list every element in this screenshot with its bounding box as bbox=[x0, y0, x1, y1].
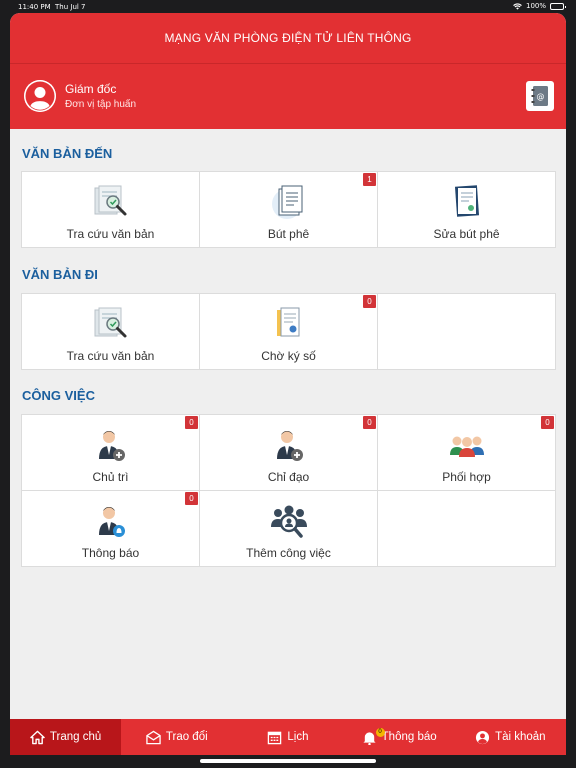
battery-percent: 100% bbox=[525, 2, 546, 10]
outgoing-grid: Tra cứu văn bản Chờ ký số 0 bbox=[21, 293, 556, 370]
home-indicator[interactable] bbox=[200, 759, 376, 763]
tile-work-lead[interactable]: Chủ trì 0 bbox=[21, 414, 200, 491]
certificate-icon bbox=[454, 185, 479, 217]
user-role: Giám đốc bbox=[65, 82, 117, 96]
document-search-icon bbox=[94, 307, 126, 338]
tile-work-add[interactable]: Thêm công việc bbox=[199, 490, 378, 567]
tab-account[interactable]: Tài khoản bbox=[455, 719, 566, 755]
document-list-icon bbox=[271, 185, 302, 219]
tab-label: Trang chủ bbox=[49, 731, 102, 743]
bell-icon bbox=[363, 731, 376, 745]
person-add-icon bbox=[276, 431, 303, 461]
team-search-icon bbox=[270, 505, 307, 538]
tile-label: Tra cứu văn bản bbox=[66, 227, 155, 241]
incoming-grid: Tra cứu văn bản Bút phê 1 Sửa bút phê bbox=[21, 171, 556, 248]
status-time: 11:40 PM bbox=[18, 3, 51, 11]
tile-work-coordinate[interactable]: Phối hợp 0 bbox=[377, 414, 556, 491]
avatar[interactable] bbox=[24, 80, 56, 112]
count-badge: 0 bbox=[363, 416, 376, 429]
tile-work-direct[interactable]: Chỉ đạo 0 bbox=[199, 414, 378, 491]
tile-label: Chủ trì bbox=[92, 470, 129, 484]
section-title-outgoing: VĂN BẢN ĐI bbox=[22, 267, 98, 282]
tile-empty bbox=[377, 490, 556, 567]
account-icon bbox=[476, 730, 490, 744]
count-badge: 1 bbox=[363, 173, 376, 186]
tile-incoming-search[interactable]: Tra cứu văn bản bbox=[21, 171, 200, 248]
tile-work-notify[interactable]: Thông báo 0 bbox=[21, 490, 200, 567]
section-title-incoming: VĂN BẢN ĐẾN bbox=[22, 146, 113, 161]
tile-outgoing-digital-sign[interactable]: Chờ ký số 0 bbox=[199, 293, 378, 370]
app-window: MẠNG VĂN PHÒNG ĐIỆN TỬ LIÊN THÔNG Giám đ… bbox=[10, 13, 566, 755]
tile-empty bbox=[377, 293, 556, 370]
count-badge: 0 bbox=[541, 416, 554, 429]
mail-icon bbox=[146, 730, 161, 744]
signed-document-icon bbox=[276, 307, 299, 337]
tile-label: Thêm công việc bbox=[246, 546, 331, 560]
team-icon bbox=[449, 436, 484, 457]
tab-home[interactable]: Trang chủ bbox=[10, 719, 122, 755]
user-unit: Đơn vị tập huấn bbox=[65, 99, 137, 110]
status-bar: 11:40 PM Thu Jul 7 100% bbox=[0, 0, 576, 13]
user-bar: Giám đốc Đơn vị tập huấn @ bbox=[10, 63, 566, 129]
tile-label: Phối hợp bbox=[442, 470, 491, 484]
tile-label: Sửa bút phê bbox=[433, 227, 500, 241]
calendar-icon bbox=[268, 731, 282, 744]
contacts-button[interactable]: @ bbox=[526, 81, 554, 111]
tile-label: Chờ ký số bbox=[261, 349, 316, 363]
wifi-icon bbox=[513, 2, 522, 10]
tile-outgoing-search[interactable]: Tra cứu văn bản bbox=[21, 293, 200, 370]
tile-label: Chỉ đạo bbox=[267, 470, 310, 484]
tile-label: Bút phê bbox=[267, 227, 310, 241]
person-bell-icon bbox=[98, 507, 125, 537]
notification-count-badge: 0 bbox=[375, 728, 385, 737]
app-header: MẠNG VĂN PHÒNG ĐIỆN TỬ LIÊN THÔNG bbox=[10, 13, 566, 63]
tab-calendar[interactable]: Lịch bbox=[232, 719, 343, 755]
user-icon bbox=[24, 80, 56, 112]
tile-incoming-approve[interactable]: Bút phê 1 bbox=[199, 171, 378, 248]
work-grid: Chủ trì 0 Chỉ đạo 0 Phối hợp 0 Thông báo… bbox=[21, 414, 556, 567]
status-right: 100% bbox=[513, 2, 566, 10]
tab-label: Lịch bbox=[287, 731, 309, 743]
tab-notifications[interactable]: 0 Thông báo bbox=[344, 719, 455, 755]
svg-text:@: @ bbox=[537, 92, 545, 101]
tile-incoming-edit-approve[interactable]: Sửa bút phê bbox=[377, 171, 556, 248]
tab-exchange[interactable]: Trao đổi bbox=[121, 719, 232, 755]
bottom-tab-bar: Trang chủ Trao đổi Lịch 0 Thông báo Tài … bbox=[10, 719, 566, 755]
tab-label: Trao đổi bbox=[165, 731, 208, 743]
count-badge: 0 bbox=[185, 492, 198, 505]
status-date: Thu Jul 7 bbox=[55, 3, 86, 11]
count-badge: 0 bbox=[185, 416, 198, 429]
app-title: MẠNG VĂN PHÒNG ĐIỆN TỬ LIÊN THÔNG bbox=[164, 31, 412, 45]
tile-label: Thông báo bbox=[81, 546, 140, 560]
document-search-icon bbox=[94, 185, 126, 216]
count-badge: 0 bbox=[363, 295, 376, 308]
section-title-work: CÔNG VIỆC bbox=[22, 388, 95, 403]
battery-icon bbox=[550, 2, 566, 10]
tab-label: Tài khoản bbox=[495, 731, 546, 743]
home-icon bbox=[30, 730, 45, 744]
tab-label: Thông báo bbox=[381, 731, 437, 743]
person-add-icon bbox=[98, 431, 125, 461]
tile-label: Tra cứu văn bản bbox=[66, 349, 155, 363]
address-book-icon: @ bbox=[531, 86, 548, 106]
